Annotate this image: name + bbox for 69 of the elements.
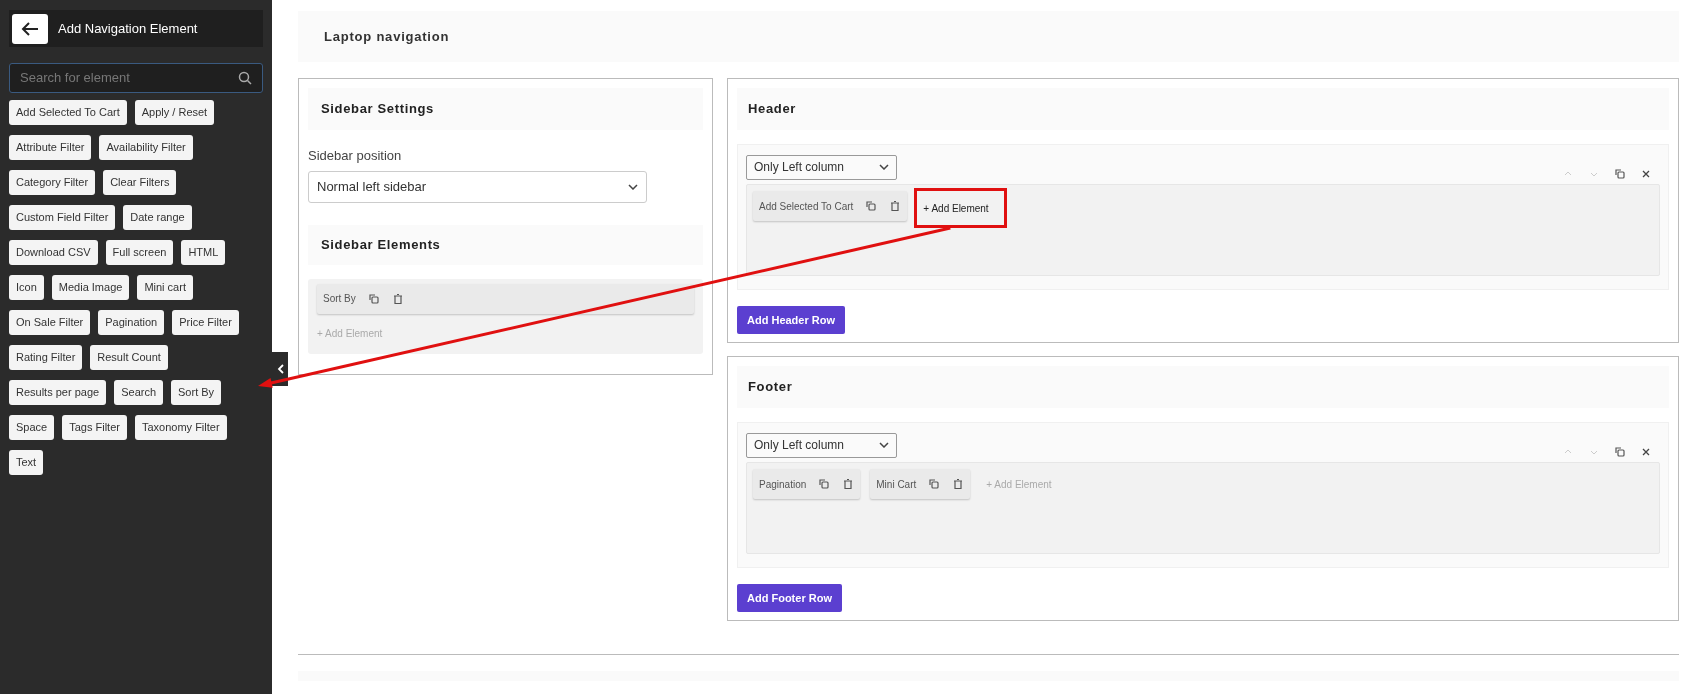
element-chip[interactable]: Apply / Reset [134,100,215,125]
chevron-left-icon [276,364,284,374]
element-chip[interactable]: Category Filter [9,170,96,195]
element-item[interactable]: Add Selected To Cart [753,191,908,221]
section-title: Footer [748,378,793,397]
element-chip[interactable]: Text [9,450,44,475]
element-chip[interactable]: Result Count [90,345,168,370]
search-icon [238,71,252,85]
element-chip[interactable]: Results per page [9,380,107,405]
copy-icon[interactable] [1614,446,1626,458]
element-chip[interactable]: Clear Filters [103,170,177,195]
section-title: Sidebar Settings [321,100,434,119]
copy-icon[interactable] [865,200,878,212]
copy-icon[interactable] [1614,168,1626,180]
panel-title: Add Navigation Element [58,19,198,38]
collapse-tab[interactable] [272,352,288,386]
column-layout-dropdown[interactable]: Only Left column [746,154,897,180]
element-chip[interactable]: Rating Filter [9,345,83,370]
section-title: Sidebar Elements [321,235,441,254]
close-icon[interactable] [1640,446,1652,458]
element-chip[interactable]: Full screen [105,240,174,265]
copy-icon[interactable] [818,478,831,490]
chevron-down-icon [628,183,638,190]
element-label: Sort By [323,292,356,306]
element-chip[interactable]: Date range [123,205,192,230]
chevron-down-icon [879,442,889,448]
element-item[interactable]: Mini Cart [870,469,971,499]
element-chip[interactable]: Custom Field Filter [9,205,116,230]
copy-icon[interactable] [367,292,380,305]
trash-icon[interactable] [889,200,902,212]
element-chip[interactable]: Media Image [51,275,130,300]
back-button[interactable] [12,13,48,44]
element-item[interactable]: Sort By [317,283,694,314]
element-chip[interactable]: Space [9,415,55,440]
element-chip[interactable]: Download CSV [9,240,98,265]
element-chip[interactable]: Search [114,380,164,405]
element-chip[interactable]: Taxonomy Filter [134,415,227,440]
copy-icon[interactable] [928,478,941,490]
element-chip[interactable]: Mini cart [137,275,193,300]
field-label: Sidebar position [308,147,403,165]
element-chip[interactable]: Tags Filter [62,415,127,440]
element-item[interactable]: Pagination [753,469,861,499]
element-label: Pagination [759,477,807,492]
element-chip[interactable]: HTML [181,240,226,265]
element-chip[interactable]: Pagination [98,310,165,335]
add-row-button[interactable]: Add Header Row [737,306,845,334]
page-title: Laptop navigation [324,27,450,46]
element-chip[interactable]: Icon [9,275,44,300]
element-chip[interactable]: Sort By [171,380,222,405]
search-field[interactable]: Search for element [9,63,263,93]
element-chip[interactable]: On Sale Filter [9,310,91,335]
add-element-link[interactable]: + Add Element [917,191,1005,225]
sidebar-position-dropdown[interactable]: Normal left sidebar [308,170,647,203]
element-chip[interactable]: Price Filter [172,310,239,335]
element-label: Mini Cart [876,477,917,492]
back-arrow-icon [21,20,39,37]
trash-icon[interactable] [842,478,855,490]
element-label: Add Selected To Cart [759,199,854,214]
search-input[interactable]: Search for element [20,68,238,88]
close-icon[interactable] [1640,168,1652,180]
element-chip[interactable]: Availability Filter [99,135,193,160]
element-chip[interactable]: Add Selected To Cart [9,100,127,125]
chevron-down-icon [879,164,889,170]
trash-icon[interactable] [391,292,404,305]
add-row-button[interactable]: Add Footer Row [737,584,842,612]
element-chip[interactable]: Attribute Filter [9,135,92,160]
column-layout-dropdown[interactable]: Only Left column [746,432,897,458]
section-title: Header [748,100,796,119]
trash-icon[interactable] [952,478,965,490]
